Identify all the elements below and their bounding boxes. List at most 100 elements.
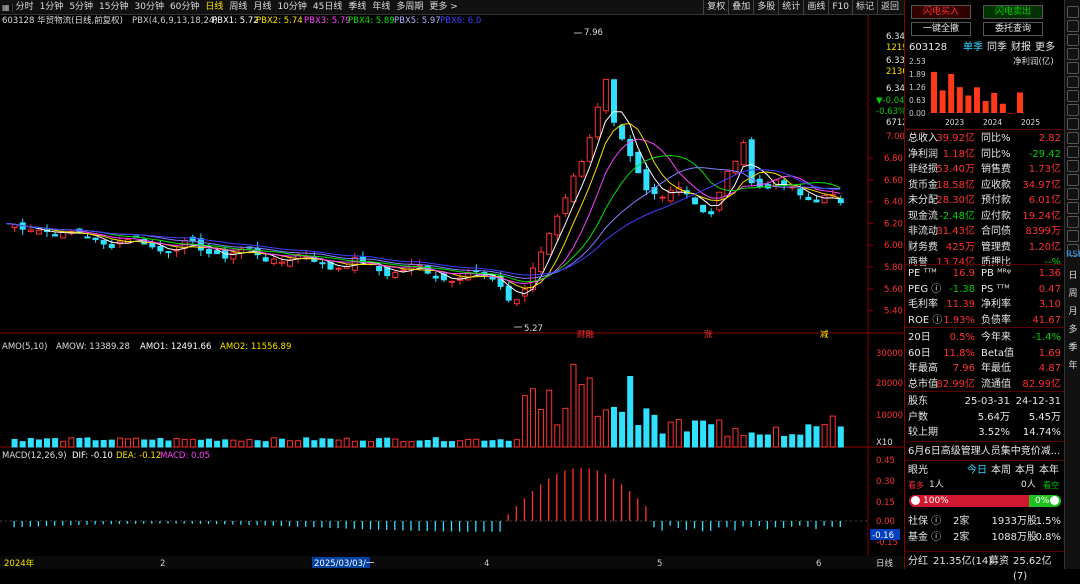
sidebar-tool-icon[interactable] bbox=[1067, 216, 1079, 228]
news-headline[interactable]: 6月6日高级管理人员集中竞价减... bbox=[908, 444, 1060, 459]
tab-more[interactable]: 更多 bbox=[1035, 40, 1055, 55]
sidebar-label-2[interactable]: 周 bbox=[1066, 286, 1080, 299]
amo-bar bbox=[230, 439, 237, 448]
side-open: 6.34 bbox=[886, 32, 904, 42]
macd-current: -0.16 bbox=[872, 531, 894, 541]
period-tab-8[interactable]: 月线 bbox=[250, 0, 274, 15]
info-row: 基金 ⓘ 2家 1088万股 0.8% bbox=[908, 531, 1061, 543]
amo-bar bbox=[319, 438, 326, 448]
tool-3[interactable]: 统计 bbox=[778, 0, 803, 15]
date-mode[interactable]: 日线 bbox=[876, 558, 894, 569]
profit-bar bbox=[956, 87, 963, 113]
sidebar-tool-icon[interactable] bbox=[1067, 174, 1079, 186]
sidebar-tool-icon[interactable] bbox=[1067, 90, 1079, 102]
candle-body bbox=[60, 231, 67, 239]
tab-same-quarter[interactable]: 同季 bbox=[987, 40, 1007, 55]
period-tab-1[interactable]: 1分钟 bbox=[37, 0, 67, 15]
period-tab-6[interactable]: 日线 bbox=[202, 0, 226, 15]
tool-4[interactable]: 画线 bbox=[803, 0, 828, 15]
tool-7[interactable]: 返回 bbox=[876, 0, 902, 15]
marker-reduce[interactable]: 减 bbox=[820, 329, 829, 340]
sidebar-label-1[interactable]: 日 bbox=[1066, 268, 1080, 281]
amo-bar bbox=[60, 440, 67, 448]
tool-1[interactable]: 叠加 bbox=[728, 0, 753, 15]
sidebar-tool-icon[interactable] bbox=[1067, 76, 1079, 88]
period-tab-14[interactable]: 更多 > bbox=[426, 0, 460, 15]
candle-body bbox=[432, 275, 439, 279]
macd-axis-label: 0.15 bbox=[876, 498, 895, 508]
period-tab-13[interactable]: 多周期 bbox=[393, 0, 426, 15]
period-tab-11[interactable]: 季线 bbox=[345, 0, 369, 15]
period-tab-12[interactable]: 年线 bbox=[369, 0, 393, 15]
sidebar-tool-icon[interactable] bbox=[1067, 132, 1079, 144]
date-2024: 2024年 bbox=[4, 558, 35, 569]
sidebar-tool-icon[interactable] bbox=[1067, 118, 1079, 130]
dividend-value: 21.35亿(14) bbox=[933, 556, 993, 567]
marker-up[interactable]: 涨 bbox=[704, 329, 713, 340]
tool-0[interactable]: 复权 bbox=[703, 0, 728, 15]
sidebar-tool-icon[interactable] bbox=[1067, 146, 1079, 158]
sidebar-label-0[interactable]: RSI bbox=[1066, 250, 1080, 260]
yg-tab-week[interactable]: 本周 bbox=[991, 463, 1011, 478]
candle-body bbox=[586, 137, 593, 162]
tool-5[interactable]: F10 bbox=[828, 0, 852, 15]
yg-tab-year[interactable]: 本年 bbox=[1039, 463, 1059, 478]
side-close: 6.34 bbox=[886, 84, 904, 94]
info-row: 未分配 28.30亿 预付款 6.01亿 bbox=[908, 195, 1061, 206]
sidebar-tool-icon[interactable] bbox=[1067, 230, 1079, 242]
tool-6[interactable]: 标记 bbox=[851, 0, 877, 15]
sidebar-tool-icon[interactable] bbox=[1067, 62, 1079, 74]
sidebar-tool-icon[interactable] bbox=[1067, 34, 1079, 46]
order-query-button[interactable]: 委托查询 bbox=[983, 22, 1043, 36]
amo-bar bbox=[262, 441, 269, 448]
yg-tab-month[interactable]: 本月 bbox=[1015, 463, 1035, 478]
bull-bar: 100% bbox=[909, 495, 1029, 507]
period-tab-4[interactable]: 30分钟 bbox=[132, 0, 167, 15]
flash-buy-button[interactable]: 闪电买入 bbox=[911, 5, 971, 19]
sidebar-tool-icon[interactable] bbox=[1067, 160, 1079, 172]
candle-body bbox=[92, 237, 99, 241]
candle-body bbox=[400, 269, 407, 272]
amo-bar bbox=[206, 438, 212, 448]
grid-icon[interactable]: ▦ bbox=[0, 2, 13, 12]
macd-axis-label: 0.45 bbox=[876, 456, 895, 466]
sidebar-tool-icon[interactable] bbox=[1067, 48, 1079, 60]
sidebar-tool-icon[interactable] bbox=[1067, 104, 1079, 116]
sidebar-tool-icon[interactable] bbox=[1067, 20, 1079, 32]
amo-bar bbox=[440, 441, 447, 448]
amo-volume-bars bbox=[11, 363, 844, 448]
sidebar-tool-icon[interactable] bbox=[1067, 6, 1079, 18]
period-tab-0[interactable]: 分时 bbox=[13, 0, 37, 15]
tab-single-quarter[interactable]: 单季 bbox=[963, 40, 983, 55]
amo-bar bbox=[141, 439, 148, 448]
sidebar-label-4[interactable]: 多 bbox=[1066, 322, 1080, 335]
marker-finance[interactable]: 财融 bbox=[577, 329, 595, 340]
period-tab-3[interactable]: 15分钟 bbox=[96, 0, 131, 15]
amo-bar bbox=[562, 407, 569, 448]
sidebar-label-3[interactable]: 月 bbox=[1066, 304, 1080, 317]
info-row: 非流动 31.43亿 合同债 8399万 bbox=[908, 226, 1061, 237]
sidebar-tool-icon[interactable] bbox=[1067, 188, 1079, 200]
period-tab-9[interactable]: 10分钟 bbox=[274, 0, 309, 15]
yg-tab-today[interactable]: 今日 bbox=[967, 463, 987, 478]
period-tab-5[interactable]: 60分钟 bbox=[167, 0, 202, 15]
flash-sell-button[interactable]: 闪电卖出 bbox=[983, 5, 1043, 19]
amo-bar bbox=[481, 440, 488, 448]
candle-body bbox=[84, 236, 91, 239]
sidebar-tool-icon[interactable] bbox=[1067, 202, 1079, 214]
info-row: 净利润 1.18亿 同比% -29.42 bbox=[908, 148, 1061, 160]
bull-icon bbox=[911, 496, 920, 505]
period-tab-10[interactable]: 45日线 bbox=[310, 0, 345, 15]
sidebar-label-5[interactable]: 季 bbox=[1066, 340, 1080, 353]
kline-chart[interactable]: 6.80 6.60 6.40 6.20 6.00 5.80 5.60 5.40 30000 200… bbox=[0, 15, 904, 569]
cancel-all-button[interactable]: 一键全撤 bbox=[911, 22, 971, 36]
tool-2[interactable]: 多股 bbox=[753, 0, 778, 15]
candle-body bbox=[692, 197, 698, 205]
period-tab-2[interactable]: 5分钟 bbox=[66, 0, 96, 15]
sidebar-label-6[interactable]: 年 bbox=[1066, 358, 1080, 371]
tab-report[interactable]: 财报 bbox=[1011, 40, 1031, 55]
amo-bar bbox=[181, 438, 188, 448]
profit-bar bbox=[982, 101, 989, 113]
period-tab-7[interactable]: 周线 bbox=[226, 0, 250, 15]
amo-bar bbox=[384, 437, 391, 448]
